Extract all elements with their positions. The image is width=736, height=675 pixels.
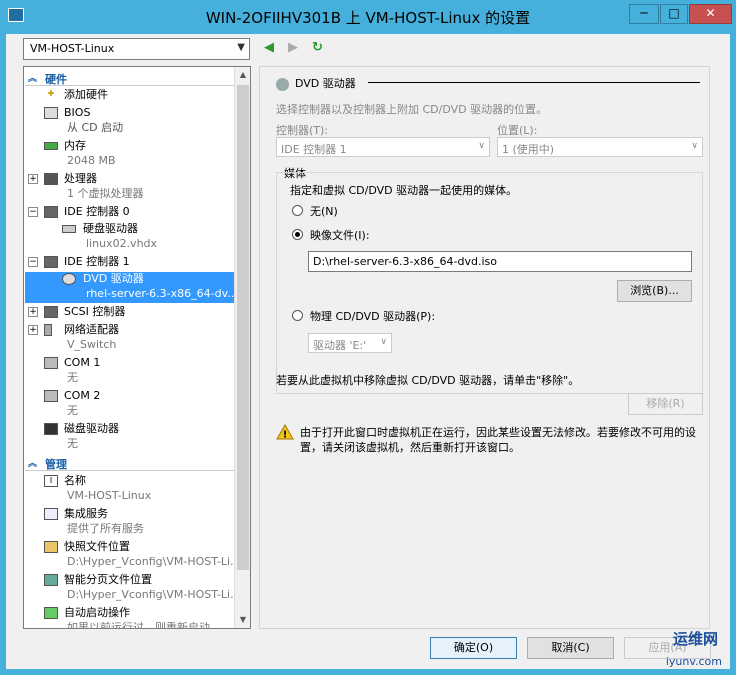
tree-item-integration[interactable]: 集成服务 提供了所有服务 [25, 507, 235, 537]
title-bar: WIN-2OFIIHV301B 上 VM-HOST-Linux 的设置 ─ □ … [0, 0, 736, 34]
window-title: WIN-2OFIIHV301B 上 VM-HOST-Linux 的设置 [205, 9, 531, 27]
vm-select-value: VM-HOST-Linux [30, 42, 115, 55]
com-port-icon [44, 357, 58, 369]
header-divider [368, 82, 700, 83]
none-radio[interactable] [292, 205, 303, 216]
expand-icon[interactable]: + [28, 174, 38, 184]
watermark-brand: 运维网 [672, 630, 718, 648]
physical-drive-radio[interactable] [292, 310, 303, 321]
paging-file-icon [44, 574, 58, 586]
warning-icon: ! [276, 424, 294, 440]
tree-item-diskette[interactable]: 磁盘驱动器 无 [25, 422, 235, 452]
collapse-icon: ︽ [28, 459, 38, 469]
physical-drive-select[interactable]: 驱动器 'E:' ∨ [308, 333, 392, 353]
close-button[interactable]: ✕ [689, 4, 732, 24]
minimize-button[interactable]: ─ [629, 4, 659, 24]
dvd-icon [62, 273, 76, 285]
expand-icon[interactable]: + [28, 307, 38, 317]
cancel-button[interactable]: 取消(C) [527, 637, 614, 659]
client-area: VM-HOST-Linux ▼ ◀ ▶ ↻ ︽ 硬件 ✚ 添加硬件 BIOS 从… [6, 34, 730, 669]
ide-controller-icon [44, 206, 58, 218]
physical-drive-radio-label[interactable]: 物理 CD/DVD 驱动器(P): [310, 308, 435, 324]
media-description: 指定和虚拟 CD/DVD 驱动器一起使用的媒体。 [290, 184, 518, 197]
collapse-icon: ︽ [28, 74, 38, 84]
ok-button[interactable]: 确定(O) [430, 637, 517, 659]
bios-icon [44, 107, 58, 119]
tree-item-add-hardware[interactable]: ✚ 添加硬件 [25, 88, 235, 104]
settings-tree: ︽ 硬件 ✚ 添加硬件 BIOS 从 CD 启动 内存 2048 MB + 处理… [23, 66, 251, 629]
scroll-up-icon[interactable]: ▲ [235, 67, 250, 83]
floppy-disk-icon [44, 423, 58, 435]
remove-button[interactable]: 移除(R) [628, 393, 703, 415]
hard-drive-icon [62, 225, 76, 233]
tree-item-dvd-drive[interactable]: DVD 驱动器 rhel-server-6.3-x86_64-dv... [25, 272, 238, 303]
tree-item-com1[interactable]: COM 1 无 [25, 356, 235, 386]
dvd-icon [276, 77, 289, 91]
tree-item-hard-drive[interactable]: 硬盘驱动器 linux02.vhdx [25, 222, 235, 252]
controller-label: 控制器(T): [276, 124, 329, 137]
tree-item-scsi[interactable]: + SCSI 控制器 [25, 305, 235, 321]
chevron-down-icon: ▼ [237, 42, 245, 53]
back-arrow-icon[interactable]: ◀ [264, 40, 274, 55]
forward-arrow-icon[interactable]: ▶ [288, 40, 298, 55]
controller-select[interactable]: IDE 控制器 1 ∨ [276, 137, 490, 157]
collapse-icon[interactable]: − [28, 207, 38, 217]
watermark-site: iyunv.com [665, 655, 722, 668]
panel-header: DVD 驱动器 [276, 75, 356, 91]
tree-item-name[interactable]: I 名称 VM-HOST-Linux [25, 474, 235, 504]
snapshot-folder-icon [44, 541, 58, 553]
settings-window: WIN-2OFIIHV301B 上 VM-HOST-Linux 的设置 ─ □ … [0, 0, 736, 675]
tree-item-network[interactable]: + 网络适配器 V_Switch [25, 323, 235, 353]
maximize-button[interactable]: □ [660, 4, 688, 24]
scroll-down-icon[interactable]: ▼ [235, 612, 250, 628]
image-path-input[interactable]: D:\rhel-server-6.3-x86_64-dvd.iso [308, 251, 692, 272]
scsi-controller-icon [44, 306, 58, 318]
tree-item-paging-location[interactable]: 智能分页文件位置 D:\Hyper_Vconfig\VM-HOST-Li... [25, 573, 241, 603]
chevron-down-icon: ∨ [478, 141, 485, 151]
hardware-section-header[interactable]: ︽ 硬件 [25, 70, 235, 86]
vm-select[interactable]: VM-HOST-Linux ▼ [23, 38, 250, 60]
tree-scrollbar[interactable]: ▲ ▼ [234, 67, 250, 628]
svg-text:!: ! [283, 430, 288, 441]
location-select[interactable]: 1 (使用中) ∨ [497, 137, 703, 157]
add-hardware-icon: ✚ [47, 89, 55, 98]
image-file-radio-label[interactable]: 映像文件(I): [310, 227, 370, 243]
integration-services-icon [44, 508, 58, 520]
tree-item-processor[interactable]: + 处理器 1 个虚拟处理器 [25, 172, 235, 202]
warning-message: 由于打开此窗口时虚拟机正在运行，因此某些设置无法修改。若要修改不可用的设置，请关… [300, 426, 696, 454]
tree-item-ide-1[interactable]: − IDE 控制器 1 [25, 255, 235, 271]
expand-icon[interactable]: + [28, 325, 38, 335]
auto-start-icon [44, 607, 58, 619]
name-icon: I [44, 475, 58, 487]
ide-controller-icon [44, 256, 58, 268]
chevron-down-icon: ∨ [380, 337, 387, 347]
browse-button[interactable]: 浏览(B)... [617, 280, 692, 302]
controller-description: 选择控制器以及控制器上附加 CD/DVD 驱动器的位置。 [276, 103, 548, 116]
com-port-icon [44, 390, 58, 402]
remove-description: 若要从此虚拟机中移除虚拟 CD/DVD 驱动器，请单击"移除"。 [276, 374, 580, 387]
tree-item-snapshot-location[interactable]: 快照文件位置 D:\Hyper_Vconfig\VM-HOST-Li... [25, 540, 241, 570]
dvd-settings-panel: DVD 驱动器 选择控制器以及控制器上附加 CD/DVD 驱动器的位置。 控制器… [259, 66, 710, 629]
none-radio-label[interactable]: 无(N) [310, 203, 338, 219]
tree-item-ide-0[interactable]: − IDE 控制器 0 [25, 205, 235, 221]
refresh-icon[interactable]: ↻ [312, 40, 323, 55]
tree-item-memory[interactable]: 内存 2048 MB [25, 139, 235, 169]
management-section-header[interactable]: ︽ 管理 [25, 455, 235, 471]
processor-icon [44, 173, 58, 185]
network-adapter-icon [44, 324, 52, 336]
location-label: 位置(L): [497, 124, 538, 137]
memory-icon [44, 142, 58, 150]
scrollbar-thumb[interactable] [237, 85, 249, 570]
tree-item-com2[interactable]: COM 2 无 [25, 389, 235, 419]
chevron-down-icon: ∨ [691, 141, 698, 151]
tree-item-bios[interactable]: BIOS 从 CD 启动 [25, 106, 235, 136]
image-file-radio[interactable] [292, 229, 303, 240]
collapse-icon[interactable]: − [28, 257, 38, 267]
tree-item-auto-start[interactable]: 自动启动操作 如果以前运行过，则重新启动 [25, 606, 235, 628]
